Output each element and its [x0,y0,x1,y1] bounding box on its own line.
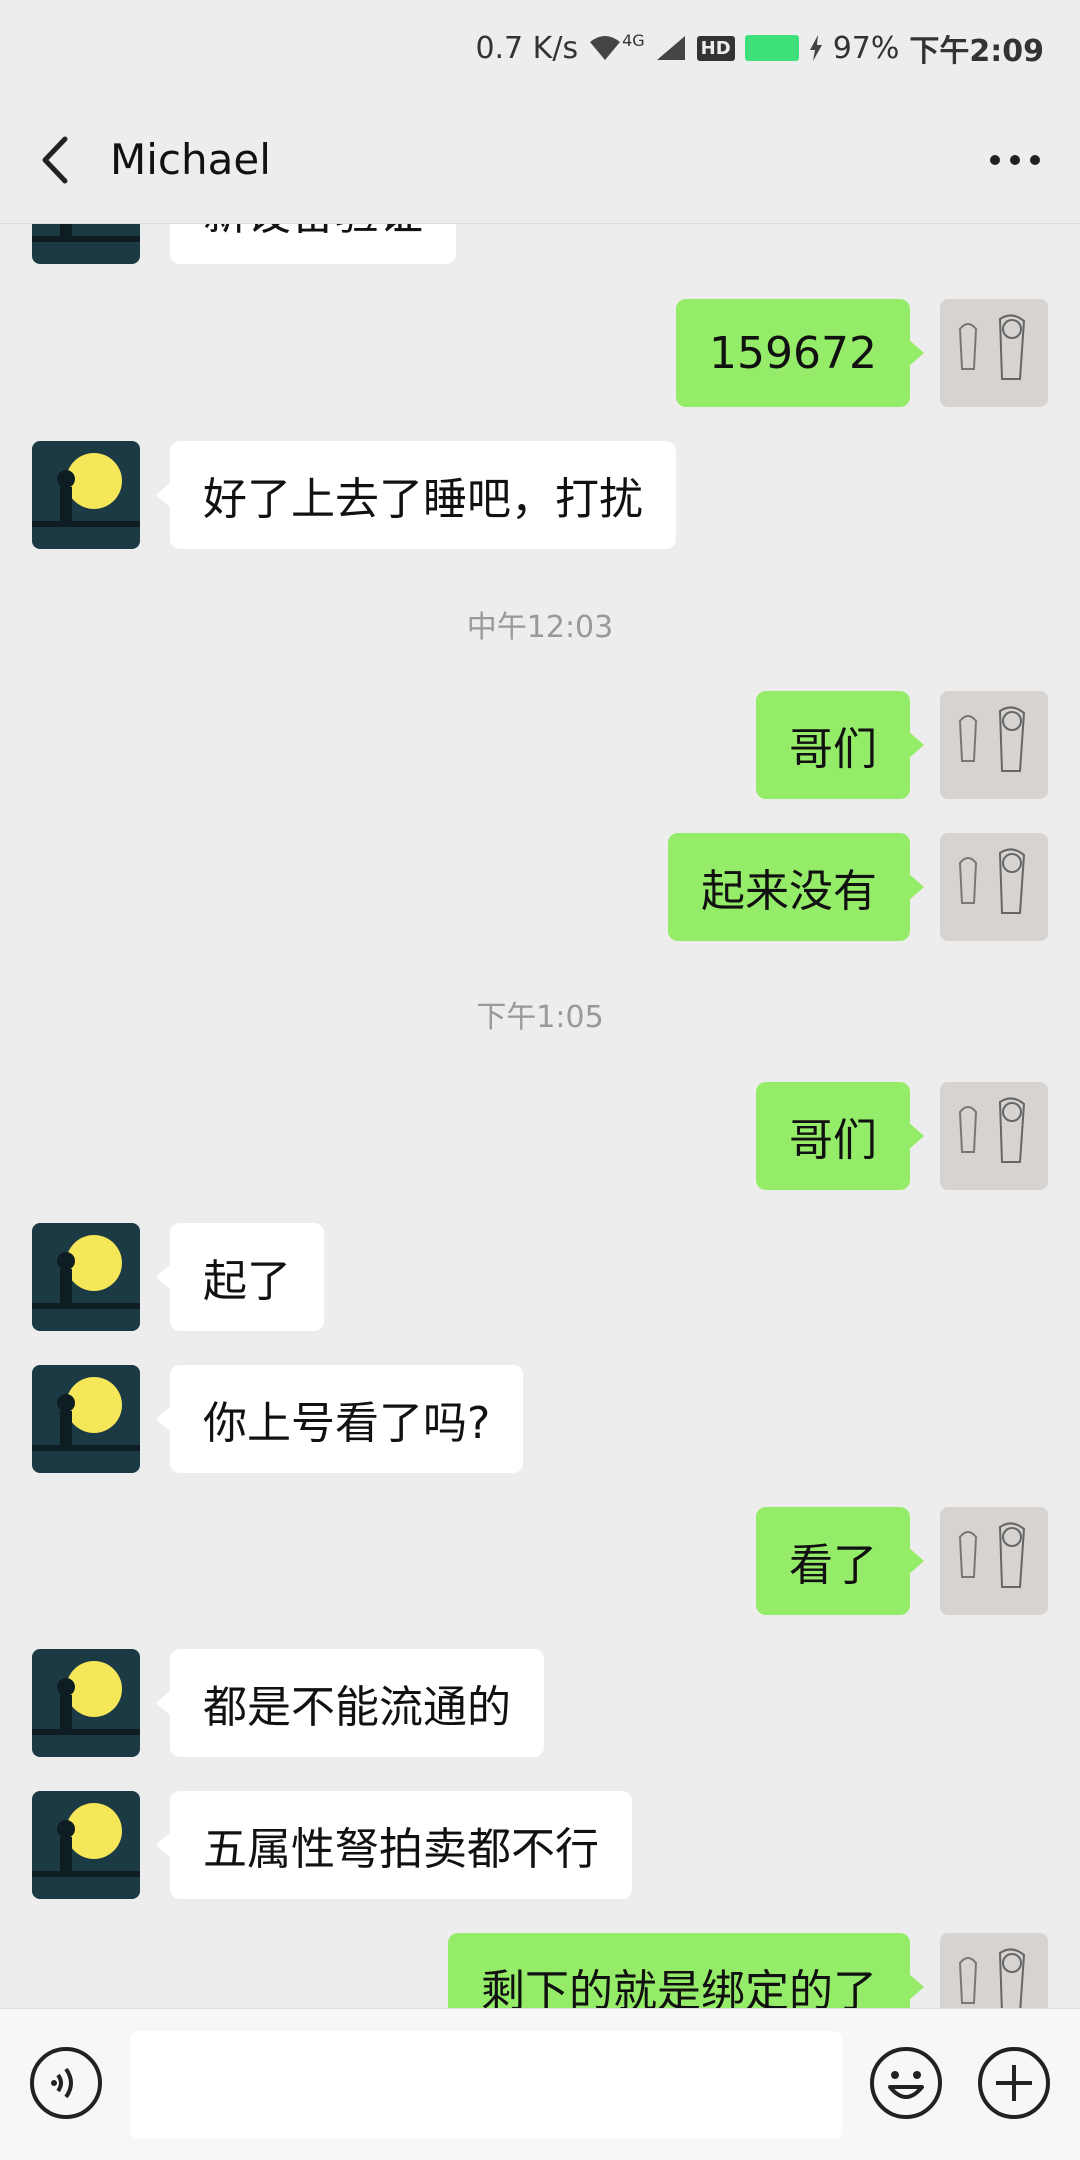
message-input[interactable] [130,2031,842,2139]
charging-icon [809,35,823,61]
battery-percent: 97% [832,30,900,66]
user-avatar[interactable] [940,1082,1048,1190]
user-avatar[interactable] [940,299,1048,407]
timestamp: 下午1:05 [476,1000,604,1035]
outgoing-message-bubble[interactable]: 剩下的就是绑定的了 [448,1933,924,2008]
message-row: 起了 [0,1223,1080,1331]
contact-avatar[interactable] [32,224,140,264]
incoming-message-bubble[interactable]: 新设备验证 [170,224,456,264]
outgoing-message-bubble[interactable]: 起来没有 [668,833,924,941]
voice-input-button[interactable] [28,2045,104,2121]
incoming-message-bubble[interactable]: 好了上去了睡吧，打扰 [156,441,676,549]
chevron-left-icon [42,136,68,183]
incoming-message-bubble[interactable]: 起了 [156,1223,324,1331]
message-row: 好了上去了睡吧，打扰 [0,441,1080,549]
network-speed: 0.7 K/s [475,30,579,66]
user-avatar[interactable] [940,1933,1048,2008]
outgoing-message-bubble[interactable]: 哥们 [756,691,924,799]
contact-avatar[interactable] [32,1791,140,1899]
more-options-button[interactable] [980,96,1050,224]
network-type: 4G [622,30,645,50]
user-avatar[interactable] [940,691,1048,799]
incoming-message-bubble[interactable]: 你上号看了吗? [155,1365,524,1473]
message-row: 159672 [0,299,1080,407]
incoming-message-bubble[interactable]: 都是不能流通的 [156,1649,544,1757]
outgoing-message-bubble[interactable]: 159672 [676,299,924,407]
message-row: 看了 [0,1507,1080,1615]
hd-badge: HD [696,35,735,61]
battery-icon [744,35,799,61]
contact-avatar[interactable] [32,441,140,549]
message-row: 哥们 [0,1082,1080,1190]
outgoing-message-bubble[interactable]: 看了 [756,1507,924,1615]
emoji-icon [870,2047,942,2119]
message-row: 哥们 [0,691,1080,799]
wifi-icon [588,34,622,62]
user-avatar[interactable] [940,833,1048,941]
message-row: 剩下的就是绑定的了 [0,1933,1080,2008]
plus-icon [978,2047,1050,2119]
contact-avatar[interactable] [32,1223,140,1331]
status-bar: 0.7 K/s 4G HD 97% 下午2:09 [0,0,1080,96]
contact-avatar[interactable] [32,1649,140,1757]
voice-icon [30,2047,102,2119]
message-row: 都是不能流通的 [0,1649,1080,1757]
message-row: 新设备验证 [0,224,1080,264]
message-row: 起来没有 [0,833,1080,941]
contact-avatar[interactable] [32,1365,140,1473]
clock: 下午2:09 [909,34,1044,69]
outgoing-message-bubble[interactable]: 哥们 [756,1082,924,1190]
more-functions-button[interactable] [976,2045,1052,2121]
message-row: 五属性弩拍卖都不行 [0,1791,1080,1899]
incoming-message-bubble[interactable]: 五属性弩拍卖都不行 [156,1791,632,1899]
user-avatar[interactable] [940,1507,1048,1615]
signal-icon [655,34,687,62]
more-dots-icon [990,155,1040,165]
input-bar [0,2008,1080,2160]
chat-title: Michael [110,135,271,184]
chat-header: Michael [0,96,1080,224]
emoji-button[interactable] [868,2045,944,2121]
message-row: 你上号看了吗? [0,1365,1080,1473]
message-list[interactable]: 新设备验证 159672 好了上去了睡吧，打扰 中午12:03 哥们 起来没有 … [0,224,1080,2008]
back-button[interactable] [0,96,110,224]
timestamp: 中午12:03 [466,610,614,645]
